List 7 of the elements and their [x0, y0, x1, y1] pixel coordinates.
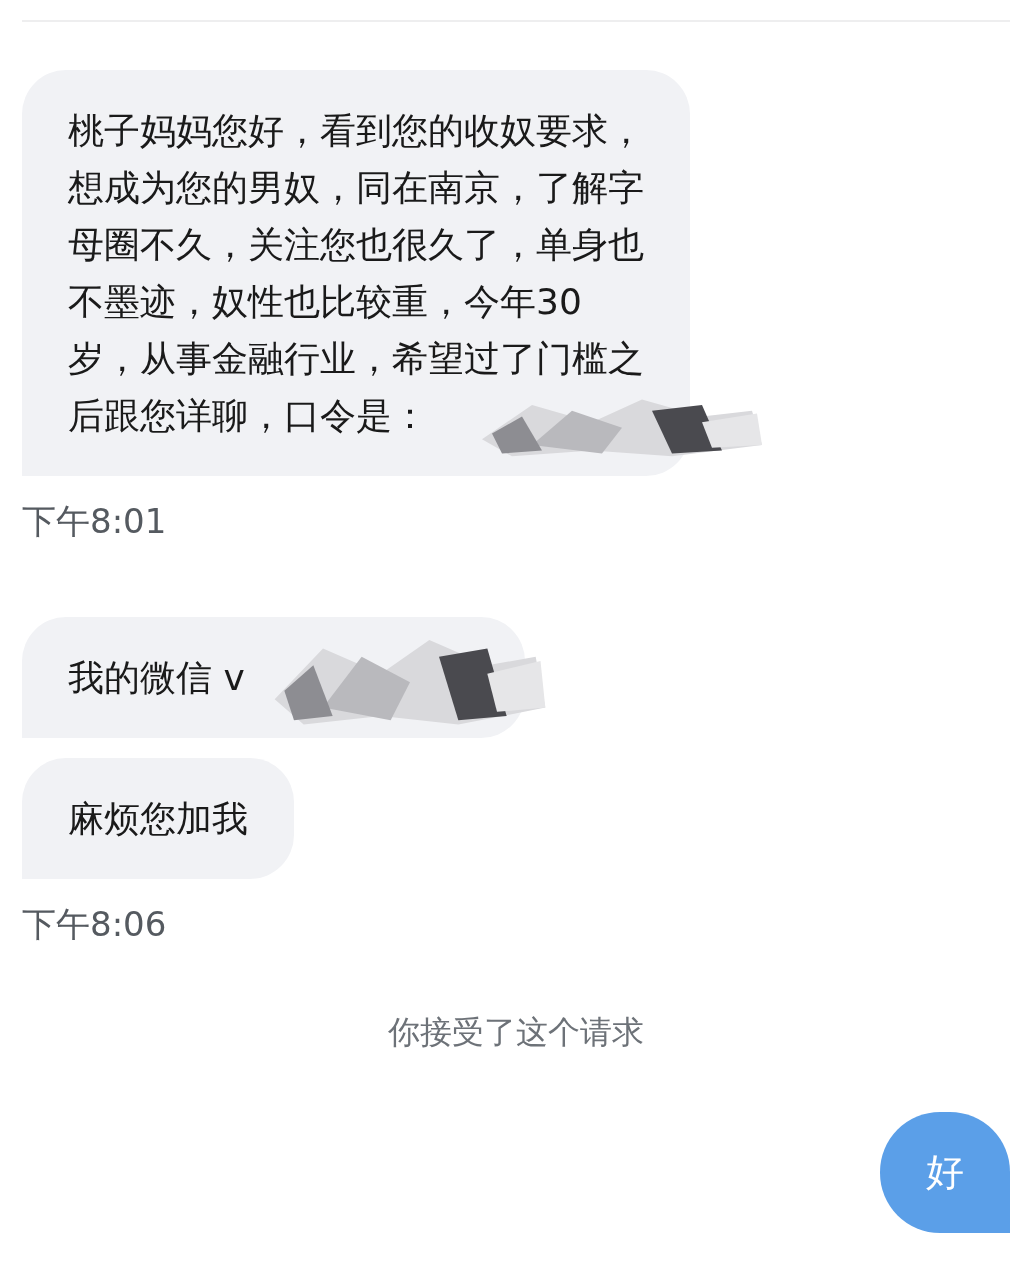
- timestamp: 下午8:01: [22, 501, 167, 541]
- message-text: 好: [926, 1149, 964, 1196]
- message-text: 桃子妈妈您好，看到您的收奴要求， 想成为您的男奴，同在南京，了解字 母圈不久，关注您也很久了，单身也 不墨迹，奴性也比较重，今年30 岁，从事金融行业，希望过了门槛之 后跟您详聊，口令是：: [68, 109, 644, 438]
- timestamp: 下午8:06: [22, 904, 167, 944]
- message-text: 我的微信 v: [68, 656, 245, 700]
- system-message: 你接受了这个请求: [388, 1012, 644, 1053]
- message-text: 麻烦您加我: [68, 797, 248, 841]
